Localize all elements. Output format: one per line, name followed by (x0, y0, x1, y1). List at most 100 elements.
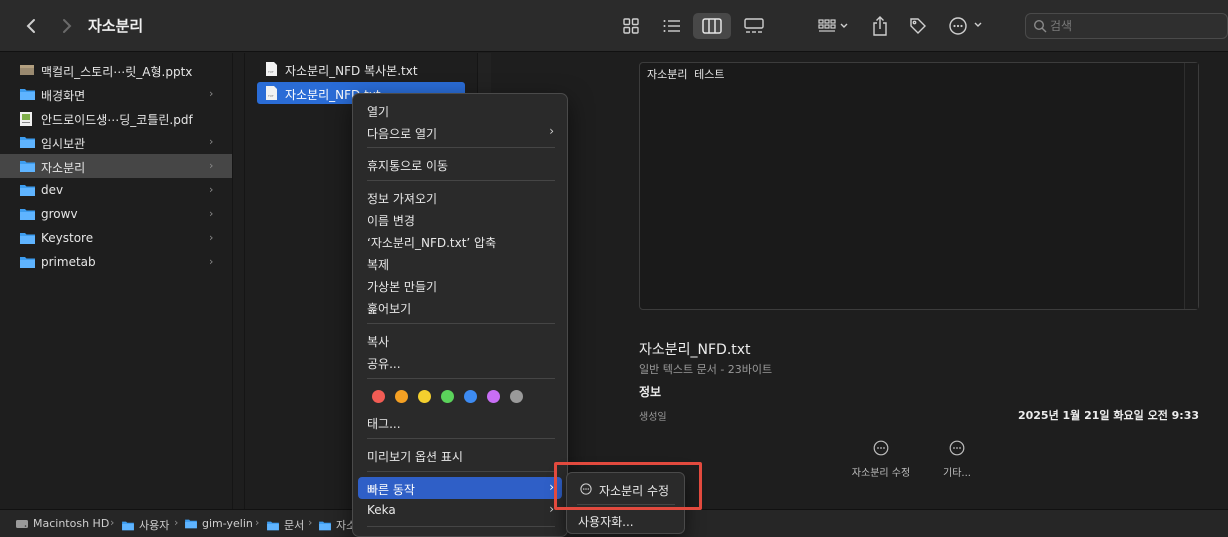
back-button[interactable] (18, 13, 44, 39)
chevron-right-icon (63, 19, 72, 33)
list-item[interactable]: dev › (0, 178, 232, 202)
group-button[interactable] (812, 13, 854, 39)
menu-separator (367, 147, 555, 148)
share-button[interactable] (867, 13, 893, 39)
menu-separator (367, 526, 555, 527)
preview-scrollbar[interactable] (1184, 63, 1198, 309)
quick-action-more[interactable]: 기타... (917, 440, 997, 479)
menu-item-make-alias[interactable]: 가상본 만들기 (358, 274, 562, 296)
menu-separator (367, 378, 555, 379)
list-item[interactable]: 맥컬리_스토리⋯릿_A형.pptx (0, 58, 232, 82)
column-view-button[interactable] (693, 13, 731, 39)
menu-item-move-to-trash[interactable]: 휴지통으로 이동 (358, 153, 562, 175)
list-view-button[interactable] (658, 13, 686, 39)
tag-yellow[interactable] (418, 390, 431, 403)
ellipsis-circle-icon (949, 17, 982, 35)
list-item[interactable]: primetab › (0, 250, 232, 274)
tag-gray[interactable] (510, 390, 523, 403)
path-crumb[interactable]: gim-yelin (184, 517, 253, 530)
tag-blue[interactable] (464, 390, 477, 403)
menu-item-preview-options[interactable]: 미리보기 옵션 표시 (358, 444, 562, 466)
search-input[interactable] (1050, 17, 1220, 35)
more-actions-button[interactable] (945, 13, 987, 39)
list-item-label: 임시보관 (41, 137, 86, 151)
menu-separator (367, 471, 555, 472)
menu-item-label: 휴지통으로 이동 (367, 159, 449, 173)
created-label: 생성일 (639, 412, 667, 423)
ellipsis-circle-icon (873, 440, 889, 456)
path-crumb[interactable]: 자소 (318, 517, 356, 533)
path-crumb[interactable]: Macintosh HD (15, 517, 109, 530)
file-item-label: 자소분리_NFD 복사본.txt (285, 64, 418, 78)
folder-icon (20, 89, 35, 100)
submenu-item-customize[interactable]: 사용자화... (571, 509, 681, 533)
menu-item-keka[interactable]: Keka › (358, 499, 562, 521)
search-icon (1033, 19, 1047, 33)
list-item-label: 안드로이드생⋯딩_코틀린.pdf (41, 113, 193, 127)
home-folder-icon (185, 519, 197, 529)
menu-item-tags[interactable]: 태그... (358, 411, 562, 433)
list-item-label: 자소분리 (41, 161, 86, 175)
menu-item-quick-look[interactable]: 훑어보기 (358, 296, 562, 318)
list-item[interactable]: 안드로이드생⋯딩_코틀린.pdf (0, 106, 232, 130)
tag-icon (910, 18, 926, 34)
chevron-right-icon: › (209, 183, 214, 196)
icon-view-button[interactable] (618, 13, 644, 39)
chevron-right-icon: › (209, 159, 214, 172)
list-item[interactable]: 임시보관 › (0, 130, 232, 154)
menu-separator (367, 438, 555, 439)
menu-item-duplicate[interactable]: 복제 (358, 252, 562, 274)
chevron-right-icon: › (209, 87, 214, 100)
ellipsis-circle-icon (949, 440, 965, 456)
list-item-label: growv (41, 207, 78, 221)
menu-item-open[interactable]: 열기 (358, 99, 562, 121)
preview-content: 자소분리 테스트 (647, 68, 725, 81)
file-item[interactable]: TXT 자소분리_NFD 복사본.txt (257, 58, 467, 80)
file-preview: 자소분리 테스트 (639, 62, 1199, 310)
gallery-view-button[interactable] (740, 13, 768, 39)
folder-icon (319, 521, 331, 530)
list-item-label: 맥컬리_스토리⋯릿_A형.pptx (41, 65, 193, 79)
folder-icon (20, 257, 35, 268)
column-divider[interactable] (232, 53, 233, 509)
grid-icon (623, 18, 639, 34)
menu-item-label: 다음으로 열기 (367, 127, 438, 141)
preview-filename: 자소분리_NFD.txt (639, 342, 751, 358)
forward-button[interactable] (54, 13, 80, 39)
menu-item-open-with[interactable]: 다음으로 열기 › (358, 121, 562, 143)
menu-separator (367, 180, 555, 181)
menu-item-label: ‘자소분리_NFD.txt’ 압축 (367, 236, 497, 250)
tag-button[interactable] (905, 13, 931, 39)
list-item[interactable]: 배경화면 › (0, 82, 232, 106)
list-item-label: Keystore (41, 231, 94, 245)
path-separator-icon: › (174, 516, 179, 529)
menu-item-label: 훑어보기 (367, 302, 412, 316)
menu-item-rename[interactable]: 이름 변경 (358, 208, 562, 230)
path-separator-icon: › (255, 516, 260, 529)
chevron-right-icon: › (209, 207, 214, 220)
tag-orange[interactable] (395, 390, 408, 403)
list-item[interactable]: Keystore › (0, 226, 232, 250)
search-field[interactable] (1025, 13, 1228, 39)
path-crumb[interactable]: 사용자 (121, 517, 169, 533)
menu-item-share[interactable]: 공유... (358, 351, 562, 373)
path-crumb-label: 문서 (284, 519, 305, 532)
tag-red[interactable] (372, 390, 385, 403)
path-crumb[interactable]: 문서 (266, 517, 304, 533)
chevron-right-icon: › (209, 255, 214, 268)
menu-item-get-info[interactable]: 정보 가져오기 (358, 186, 562, 208)
menu-item-compress[interactable]: ‘자소분리_NFD.txt’ 압축 (358, 230, 562, 252)
list-item-label: primetab (41, 255, 96, 269)
path-crumb-label: gim-yelin (202, 517, 253, 530)
menu-item-quick-actions[interactable]: 빠른 동작 › (358, 477, 562, 499)
quick-action-jaso-fix[interactable]: 자소분리 수정 (841, 440, 921, 479)
preview-kind: 일반 텍스트 문서 - 23바이트 (639, 363, 773, 376)
folder-icon (20, 185, 35, 196)
tag-green[interactable] (441, 390, 454, 403)
list-item-selected[interactable]: 자소분리 › (0, 154, 232, 178)
list-item[interactable]: growv › (0, 202, 232, 226)
tag-purple[interactable] (487, 390, 500, 403)
submenu-item-label: 사용자화... (578, 515, 634, 529)
menu-item-copy[interactable]: 복사 (358, 329, 562, 351)
parent-folder-column: 맥컬리_스토리⋯릿_A형.pptx 배경화면 › 안드로이드생⋯딩_코틀린.pd… (0, 53, 232, 509)
